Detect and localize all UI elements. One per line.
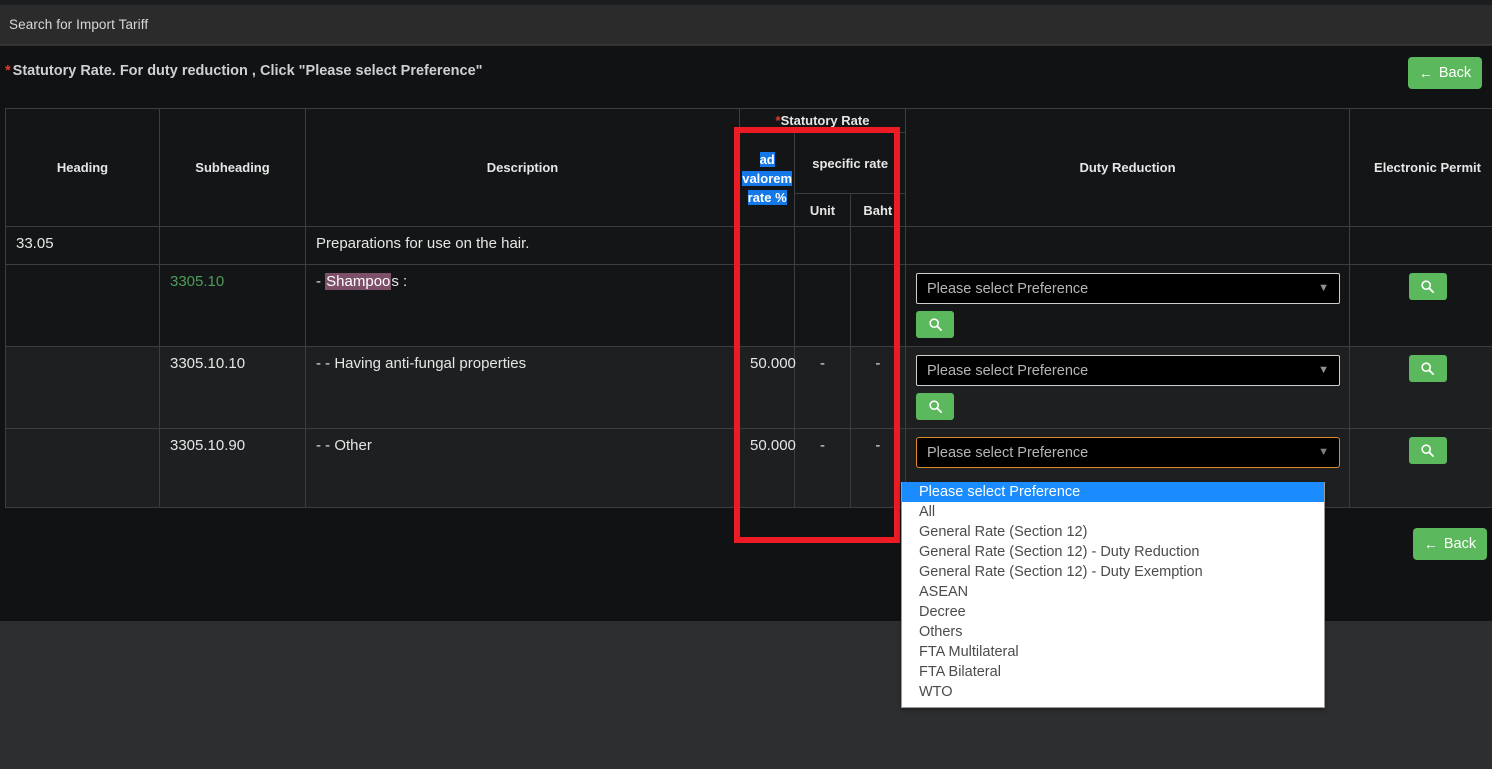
col-header-baht: Baht xyxy=(849,193,907,227)
cell-heading xyxy=(5,346,160,429)
cell-electronic-permit xyxy=(1349,346,1492,429)
cell-ad-valorem xyxy=(738,226,796,265)
search-icon xyxy=(1421,280,1435,294)
cell-heading xyxy=(5,264,160,347)
table-row: 3305.10 - Shampoos : Please select Prefe… xyxy=(5,264,1492,347)
back-button-top[interactable]: ← Back xyxy=(1408,57,1482,89)
electronic-permit-search-button[interactable] xyxy=(1408,437,1447,464)
search-icon xyxy=(1421,444,1435,458)
arrow-left-icon: ← xyxy=(1418,65,1433,81)
header-row-1: Heading Subheading Description *Statutor… xyxy=(5,108,1492,227)
cell-description: - - Having anti-fungal properties xyxy=(305,346,740,429)
col-header-heading: Heading xyxy=(5,108,160,227)
notice-row: * Statutory Rate. For duty reduction , Cl… xyxy=(0,46,1492,108)
dropdown-option[interactable]: All xyxy=(902,502,1324,522)
back-button-label: Back xyxy=(1438,65,1472,81)
electronic-permit-search-button[interactable] xyxy=(1408,355,1447,382)
cell-baht: - xyxy=(849,428,907,508)
dropdown-bottom-padding xyxy=(902,702,1324,707)
cell-ad-valorem xyxy=(738,264,796,347)
preference-select-wrapper: Please select Preference ▼ xyxy=(916,273,1340,304)
cell-electronic-permit xyxy=(1349,226,1492,265)
preference-select-open[interactable]: Please select Preference xyxy=(916,437,1340,468)
tariff-table-body: 33.05 Preparations for use on the hair. … xyxy=(5,226,1492,508)
preference-select[interactable]: Please select Preference xyxy=(916,273,1340,304)
cell-heading xyxy=(5,428,160,508)
tariff-table-head: Heading Subheading Description *Statutor… xyxy=(5,108,1492,227)
search-icon xyxy=(928,400,942,414)
window-title-bar: Search for Import Tariff xyxy=(0,5,1492,45)
notice-text: Statutory Rate. For duty reduction , Cli… xyxy=(12,63,483,79)
dropdown-option[interactable]: General Rate (Section 12) xyxy=(902,522,1324,542)
cell-electronic-permit xyxy=(1349,264,1492,347)
statutory-rate-notice: * Statutory Rate. For duty reduction , Cl… xyxy=(5,63,483,79)
statutory-rate-title: *Statutory Rate xyxy=(776,113,870,128)
dropdown-option[interactable]: General Rate (Section 12) - Duty Exempti… xyxy=(902,562,1324,582)
search-term-highlight: Shampoo xyxy=(325,273,392,290)
cell-unit xyxy=(794,226,851,265)
dropdown-option[interactable]: FTA Bilateral xyxy=(902,662,1324,682)
cell-baht xyxy=(849,226,907,265)
col-header-subheading: Subheading xyxy=(159,108,306,227)
preference-dropdown-list[interactable]: Please select Preference All General Rat… xyxy=(901,482,1325,708)
table-row: 33.05 Preparations for use on the hair. xyxy=(5,226,1492,265)
cell-baht: - xyxy=(849,346,907,429)
cell-description: - Shampoos : xyxy=(305,264,740,347)
cell-unit xyxy=(794,264,851,347)
dropdown-option[interactable]: Decree xyxy=(902,602,1324,622)
cell-unit: - xyxy=(794,346,851,429)
cell-heading: 33.05 xyxy=(5,226,160,265)
col-header-electronic-permit: Electronic Permit xyxy=(1349,108,1492,227)
dropdown-option[interactable]: Please select Preference xyxy=(902,482,1324,502)
preference-select-wrapper: Please select Preference ▼ xyxy=(916,437,1340,468)
cell-ad-valorem: 50.000 xyxy=(738,346,796,429)
cell-unit: - xyxy=(794,428,851,508)
dropdown-option[interactable]: Others xyxy=(902,622,1324,642)
back-button-label: Back xyxy=(1443,536,1477,552)
electronic-permit-search-button[interactable] xyxy=(1408,273,1447,300)
preference-select[interactable]: Please select Preference xyxy=(916,355,1340,386)
dropdown-option[interactable]: General Rate (Section 12) - Duty Reducti… xyxy=(902,542,1324,562)
dropdown-option[interactable]: WTO xyxy=(902,682,1324,702)
cell-electronic-permit xyxy=(1349,428,1492,508)
ad-valorem-selected-text: ad valorem rate % xyxy=(742,152,793,205)
cell-subheading: 3305.10 xyxy=(159,264,306,347)
tariff-table: Heading Subheading Description *Statutor… xyxy=(5,108,1492,508)
dropdown-option[interactable]: ASEAN xyxy=(902,582,1324,602)
cell-subheading xyxy=(159,226,306,265)
arrow-left-icon: ← xyxy=(1423,536,1438,552)
search-icon xyxy=(1421,362,1435,376)
col-header-duty-reduction: Duty Reduction xyxy=(905,108,1350,227)
window-title: Search for Import Tariff xyxy=(9,17,149,32)
required-asterisk: * xyxy=(5,63,11,79)
preference-select-wrapper: Please select Preference ▼ xyxy=(916,355,1340,386)
dropdown-option[interactable]: FTA Multilateral xyxy=(902,642,1324,662)
cell-description: - - Other xyxy=(305,428,740,508)
cell-duty-reduction: Please select Preference ▼ xyxy=(905,264,1350,347)
search-icon xyxy=(928,318,942,332)
cell-duty-reduction: Please select Preference ▼ xyxy=(905,346,1350,429)
col-header-specific-rate: specific rate xyxy=(794,131,906,195)
duty-reduction-search-button[interactable] xyxy=(916,393,954,420)
col-header-unit: Unit xyxy=(794,193,851,227)
cell-subheading: 3305.10.10 xyxy=(159,346,306,429)
cell-subheading: 3305.10.90 xyxy=(159,428,306,508)
col-header-ad-valorem-rate: ad valorem rate % xyxy=(738,132,796,227)
table-row: 3305.10.10 - - Having anti-fungal proper… xyxy=(5,346,1492,429)
description-suffix: s : xyxy=(391,273,408,290)
col-header-statutory-rate: *Statutory Rate xyxy=(739,108,906,133)
duty-reduction-search-button[interactable] xyxy=(916,311,954,338)
statutory-rate-label: Statutory Rate xyxy=(780,113,870,128)
col-header-description: Description xyxy=(305,108,740,227)
cell-description: Preparations for use on the hair. xyxy=(305,226,740,265)
cell-baht xyxy=(849,264,907,347)
cell-ad-valorem: 50.000 xyxy=(738,428,796,508)
description-prefix: - xyxy=(316,273,321,290)
cell-duty-reduction xyxy=(905,226,1350,265)
back-button-bottom[interactable]: ← Back xyxy=(1413,528,1487,560)
app-page: Search for Import Tariff * Statutory Rate… xyxy=(0,0,1492,769)
